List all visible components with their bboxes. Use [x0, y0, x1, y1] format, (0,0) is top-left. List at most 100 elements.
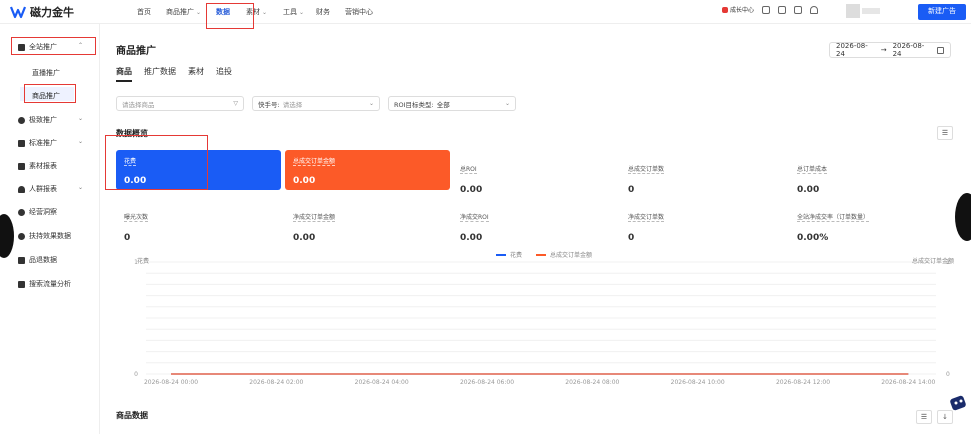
column-settings-button[interactable]: ☰	[937, 126, 953, 140]
top-nav: 磁力金牛 首页 商品推广 ⌄ 数据 素材 ⌄ 工具 ⌄ 财务 营销中心 成长中心 新建…	[0, 0, 971, 29]
chart-plot: 1 10 02026-08-24 00:00 2026-08-24 02:00 2026…	[134, 259, 950, 386]
highlight-box-spend-card	[105, 135, 208, 190]
search-chart-icon	[18, 280, 25, 288]
sidebar-sub-live[interactable]: 直播推广	[32, 68, 60, 78]
chevron-down-icon: ⌄	[368, 100, 374, 107]
date-range-picker[interactable]: 2026-08-24 → 2026-08-24	[829, 42, 951, 58]
nav-finance[interactable]: 财务	[316, 7, 330, 17]
message-icon[interactable]	[778, 5, 787, 14]
scroll-left-handle[interactable]	[0, 214, 14, 258]
x-tick-label: 2026-08-24 06:00	[460, 379, 514, 386]
x-tick-label: 2026-08-24 10:00	[671, 379, 725, 386]
sliders-icon: ☰	[941, 129, 949, 137]
assistant-robot-icon[interactable]	[948, 392, 970, 414]
target-icon	[18, 116, 25, 124]
highlight-box-product-promo	[24, 84, 76, 103]
x-tick-label: 2026-08-24 12:00	[776, 379, 830, 386]
tab-follow-up[interactable]: 追投	[216, 66, 232, 82]
product-select[interactable]: 请选择商品 ▽	[116, 96, 244, 111]
top-tools: 成长中心	[722, 5, 819, 14]
roi-type-select[interactable]: ROI目标类型: 全部 ⌄	[388, 96, 516, 111]
filter-icon: ▽	[233, 100, 238, 107]
chevron-down-icon: ⌄	[299, 9, 305, 16]
nav-product-promo[interactable]: 商品推广 ⌄	[166, 7, 201, 17]
sidebar-item-support-data[interactable]: 扶持效果数据	[18, 231, 71, 241]
logo-icon	[10, 6, 26, 19]
filter-bar: 请选择商品 ▽ 快手号: 请选择 ⌄ ROI目标类型: 全部 ⌄	[116, 96, 516, 111]
metric-card-net-rate[interactable]: 全站净成交率（订单数量） 0.00%	[789, 198, 954, 243]
legend-swatch-gmv	[536, 253, 547, 256]
x-tick-label: 2026-08-24 14:00	[881, 379, 935, 386]
location-icon	[18, 208, 25, 216]
metric-card-net-orders[interactable]: 净成交订单数 0	[620, 198, 785, 243]
app-name: 磁力金牛	[30, 6, 74, 19]
account-name-blurred	[862, 8, 880, 14]
metric-card-order-cost[interactable]: 总订单成本 0.00	[789, 150, 954, 195]
date-arrow: →	[880, 46, 887, 54]
tab-bar: 商品 推广数据 素材 追投	[116, 66, 232, 82]
chevron-down-icon[interactable]: ⌄	[78, 184, 83, 191]
x-tick-label: 2026-08-24 04:00	[355, 379, 409, 386]
metric-card-total-gmv[interactable]: 总成交订单金额 0.00	[285, 150, 450, 190]
nav-tools[interactable]: 工具 ⌄	[283, 7, 304, 17]
sliders-icon: ☰	[920, 413, 928, 421]
table-settings-button[interactable]: ☰	[916, 410, 932, 424]
tab-promo-data[interactable]: 推广数据	[144, 66, 176, 82]
download-icon: ↓	[942, 413, 948, 421]
calendar-icon	[937, 46, 944, 54]
nav-marketing[interactable]: 营销中心	[345, 7, 373, 17]
highlight-box-site-promo	[11, 37, 96, 55]
date-start: 2026-08-24	[836, 42, 868, 58]
y-axis-label-left: 花费	[137, 258, 150, 265]
vip-center[interactable]: 成长中心	[722, 5, 754, 14]
x-tick-label: 2026-08-24 00:00	[144, 379, 198, 386]
support-icon	[18, 232, 25, 240]
image-icon	[18, 162, 25, 170]
metric-card-total-orders[interactable]: 总成交订单数 0	[620, 150, 785, 195]
sidebar-item-standard[interactable]: 标准推广	[18, 138, 57, 148]
legend-item-gmv[interactable]: 总成交订单金额	[536, 250, 592, 259]
chevron-down-icon: ⌄	[262, 9, 268, 16]
nav-home[interactable]: 首页	[137, 7, 151, 17]
chart-legend: 花费 总成交订单金额	[496, 250, 592, 259]
help-icon[interactable]	[794, 5, 803, 14]
legend-swatch-spend	[496, 253, 506, 256]
section-title-product-data: 商品数据	[116, 411, 148, 420]
chevron-down-icon: ⌄	[196, 9, 202, 16]
trend-chart: 花费 总成交订单金额 花费 总成交订单金额 1 1 0 0 2026-08-24 00:…	[116, 250, 956, 390]
settings-icon[interactable]	[762, 5, 771, 14]
tab-product[interactable]: 商品	[116, 66, 132, 82]
y-axis-label-right: 总成交订单金额	[911, 258, 954, 265]
chevron-down-icon[interactable]: ⌄	[78, 115, 83, 122]
new-ad-button[interactable]: 新建广告	[918, 4, 966, 20]
tab-material[interactable]: 素材	[188, 66, 204, 82]
flag-icon	[18, 139, 25, 147]
sidebar-item-returns[interactable]: 品退数据	[18, 255, 57, 265]
vip-icon	[722, 6, 728, 13]
sidebar-item-material-report[interactable]: 素材报表	[18, 161, 57, 171]
metric-card-net-gmv[interactable]: 净成交订单金额 0.00	[285, 198, 450, 243]
sidebar-item-extreme[interactable]: 极致推广	[18, 115, 57, 125]
chevron-down-icon[interactable]: ⌄	[78, 138, 83, 145]
metric-card-impressions[interactable]: 曝光次数 0	[116, 198, 281, 243]
x-tick-label: 2026-08-24 08:00	[565, 379, 619, 386]
y-tick-label-right: 0	[946, 371, 950, 378]
app-root: 磁力金牛 首页 商品推广 ⌄ 数据 素材 ⌄ 工具 ⌄ 财务 营销中心 成长中心 新建…	[0, 0, 971, 434]
sidebar-item-crowd-report[interactable]: 人群报表	[18, 184, 57, 194]
sidebar-item-insight[interactable]: 经营洞察	[18, 207, 57, 217]
user-icon	[18, 185, 25, 193]
app-logo[interactable]: 磁力金牛	[10, 4, 74, 20]
y-tick-label: 0	[134, 371, 138, 378]
metric-card-total-roi[interactable]: 总ROI 0.00	[452, 150, 617, 195]
bell-icon[interactable]	[810, 5, 819, 14]
x-tick-label: 2026-08-24 02:00	[249, 379, 303, 386]
sidebar-item-search-traffic[interactable]: 搜索流量分析	[18, 279, 71, 289]
chevron-down-icon: ⌄	[504, 100, 510, 107]
page-title: 商品推广	[116, 46, 156, 57]
sidebar: 全站推广 ⌃ 直播推广 商品推广 极致推广 ⌄ 标准推广 ⌄ 素材报表 人群报表…	[0, 24, 100, 434]
metric-card-net-roi[interactable]: 净成交ROI 0.00	[452, 198, 617, 243]
main-content: 商品推广 2026-08-24 → 2026-08-24 商品 推广数据 素材 …	[101, 24, 971, 434]
avatar[interactable]	[846, 4, 860, 18]
legend-item-spend[interactable]: 花费	[496, 250, 522, 259]
kuaishou-select[interactable]: 快手号: 请选择 ⌄	[252, 96, 380, 111]
